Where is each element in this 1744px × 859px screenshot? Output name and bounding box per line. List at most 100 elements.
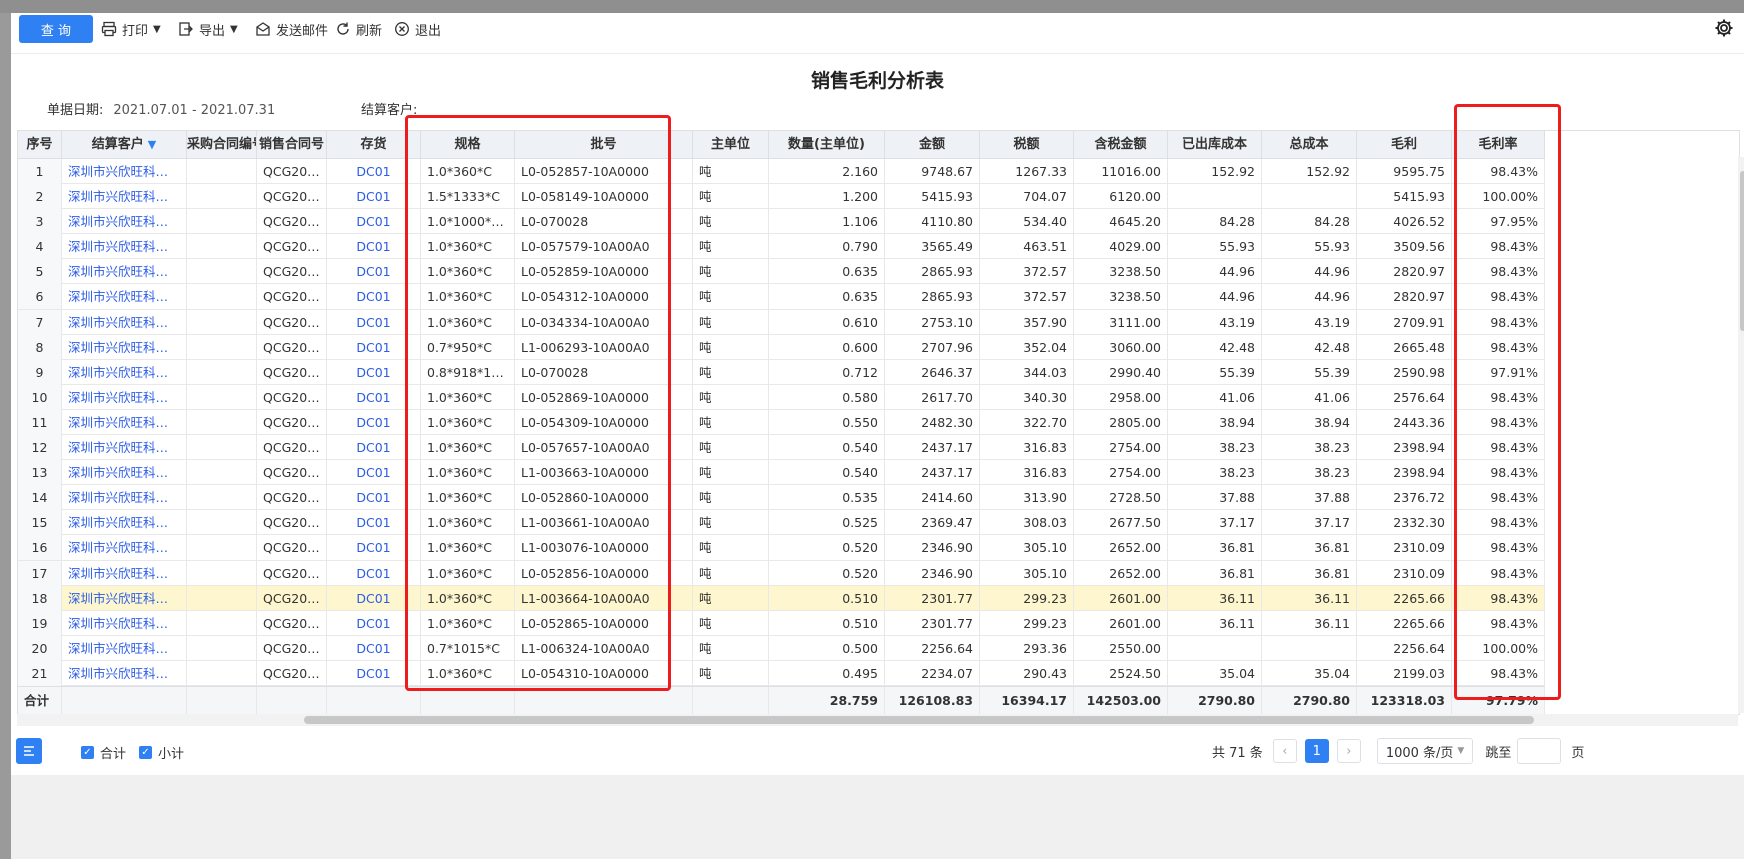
table-row[interactable]: 9深圳市兴欣旺科技有限公司QCG2021DC010.8*918*1780L0-0… bbox=[18, 359, 1545, 385]
cell-customer[interactable]: 深圳市兴欣旺科技有限公司 bbox=[62, 184, 187, 210]
sum-label: 合计 bbox=[100, 747, 127, 762]
sum-checkbox[interactable]: ✓ 合计 bbox=[81, 743, 126, 762]
table-row[interactable]: 19深圳市兴欣旺科技有限公司QCG2021DC011.0*360*CL0-052… bbox=[18, 610, 1545, 636]
cell-tax: 322.70 bbox=[980, 409, 1074, 435]
table-row[interactable]: 17深圳市兴欣旺科技有限公司QCG2021DC011.0*360*CL0-052… bbox=[18, 560, 1545, 586]
cell-index: 15 bbox=[18, 510, 62, 536]
column-header-quantity[interactable]: 数量(主单位) bbox=[769, 131, 885, 158]
cell-customer[interactable]: 深圳市兴欣旺科技有限公司 bbox=[62, 585, 187, 611]
table-row[interactable]: 10深圳市兴欣旺科技有限公司QCG2021DC011.0*360*CL0-052… bbox=[18, 384, 1545, 410]
column-header-tax[interactable]: 税额 bbox=[980, 131, 1074, 158]
total-total-cost: 2790.80 bbox=[1262, 687, 1357, 714]
table-row[interactable]: 21深圳市兴欣旺科技有限公司QCG2021DC011.0*360*CL0-054… bbox=[18, 660, 1545, 686]
query-button[interactable]: 查 询 bbox=[19, 15, 93, 43]
filter-icon[interactable]: ▼ bbox=[148, 138, 156, 151]
highlight-box-spec-batch bbox=[405, 115, 671, 691]
table-row[interactable]: 6深圳市兴欣旺科技有限公司QCG2021DC011.0*360*CL0-0543… bbox=[18, 284, 1545, 310]
column-menu-button[interactable] bbox=[16, 738, 42, 764]
cell-customer[interactable]: 深圳市兴欣旺科技有限公司 bbox=[62, 635, 187, 661]
page-1-button[interactable]: 1 bbox=[1304, 739, 1329, 763]
total-tax: 16394.17 bbox=[980, 687, 1074, 714]
vertical-scrollbar[interactable] bbox=[1738, 157, 1744, 713]
cell-shipped-cost: 36.81 bbox=[1168, 560, 1262, 586]
horizontal-scrollbar[interactable] bbox=[17, 714, 1738, 726]
send-mail-button[interactable]: 发送邮件 bbox=[255, 19, 328, 39]
table-row[interactable]: 3深圳市兴欣旺科技有限公司QCG2021DC011.0*1000*2022L0-… bbox=[18, 209, 1545, 235]
cell-customer[interactable]: 深圳市兴欣旺科技有限公司 bbox=[62, 259, 187, 285]
cell-customer[interactable]: 深圳市兴欣旺科技有限公司 bbox=[62, 485, 187, 511]
export-button[interactable]: 导出 ▼ bbox=[178, 19, 238, 39]
print-button[interactable]: 打印 ▼ bbox=[101, 19, 161, 39]
cell-tax: 534.40 bbox=[980, 209, 1074, 235]
cell-index: 17 bbox=[18, 560, 62, 586]
column-header-purchase-contract[interactable]: 采购合同编号 bbox=[187, 131, 257, 158]
cell-customer[interactable]: 深圳市兴欣旺科技有限公司 bbox=[62, 159, 187, 184]
cell-unit: 吨 bbox=[693, 560, 769, 586]
table-row[interactable]: 4深圳市兴欣旺科技有限公司QCG2021DC011.0*360*CL0-0575… bbox=[18, 234, 1545, 260]
cell-index: 20 bbox=[18, 635, 62, 661]
table-row[interactable]: 7深圳市兴欣旺科技有限公司QCG2021DC011.0*360*CL0-0343… bbox=[18, 309, 1545, 335]
total-batch bbox=[515, 687, 693, 714]
subtotal-checkbox[interactable]: ✓ 小计 bbox=[139, 743, 184, 762]
column-header-sales-contract[interactable]: 销售合同号 bbox=[257, 131, 327, 158]
prev-page-button[interactable]: ‹ bbox=[1272, 739, 1297, 763]
cell-customer[interactable]: 深圳市兴欣旺科技有限公司 bbox=[62, 209, 187, 235]
column-header-gross-profit[interactable]: 毛利 bbox=[1357, 131, 1452, 158]
total-sales-contract bbox=[257, 687, 327, 714]
table-row[interactable]: 20深圳市兴欣旺科技有限公司QCG2021DC010.7*1015*CL1-00… bbox=[18, 635, 1545, 661]
scrollbar-thumb[interactable] bbox=[304, 716, 1534, 724]
column-header-amount[interactable]: 金额 bbox=[885, 131, 980, 158]
cell-customer[interactable]: 深圳市兴欣旺科技有限公司 bbox=[62, 284, 187, 310]
cell-customer[interactable]: 深圳市兴欣旺科技有限公司 bbox=[62, 510, 187, 536]
cell-gross-profit: 2256.64 bbox=[1357, 635, 1452, 661]
table-row[interactable]: 2深圳市兴欣旺科技有限公司QCG2021DC011.5*1333*CL0-058… bbox=[18, 184, 1545, 210]
cell-customer[interactable]: 深圳市兴欣旺科技有限公司 bbox=[62, 660, 187, 686]
cell-amount: 2256.64 bbox=[885, 635, 980, 661]
scrollbar-thumb[interactable] bbox=[1740, 171, 1744, 331]
cell-customer[interactable]: 深圳市兴欣旺科技有限公司 bbox=[62, 409, 187, 435]
table-row[interactable]: 18深圳市兴欣旺科技有限公司QCG2021DC011.0*360*CL1-003… bbox=[18, 585, 1545, 611]
table-row[interactable]: 13深圳市兴欣旺科技有限公司QCG2021DC011.0*360*CL1-003… bbox=[18, 460, 1545, 486]
exit-button[interactable]: 退出 bbox=[394, 19, 441, 39]
cell-customer[interactable]: 深圳市兴欣旺科技有限公司 bbox=[62, 334, 187, 360]
column-header-customer[interactable]: 结算客户 ▼ bbox=[62, 131, 187, 158]
cell-customer[interactable]: 深圳市兴欣旺科技有限公司 bbox=[62, 610, 187, 636]
table-row[interactable]: 16深圳市兴欣旺科技有限公司QCG2021DC011.0*360*CL1-003… bbox=[18, 535, 1545, 561]
cell-customer[interactable]: 深圳市兴欣旺科技有限公司 bbox=[62, 309, 187, 335]
table-row[interactable]: 12深圳市兴欣旺科技有限公司QCG2021DC011.0*360*CL0-057… bbox=[18, 435, 1545, 461]
cell-customer[interactable]: 深圳市兴欣旺科技有限公司 bbox=[62, 560, 187, 586]
cell-unit: 吨 bbox=[693, 510, 769, 536]
column-header-index[interactable]: 序号 bbox=[18, 131, 62, 158]
refresh-button[interactable]: 刷新 bbox=[335, 19, 382, 39]
cell-customer[interactable]: 深圳市兴欣旺科技有限公司 bbox=[62, 234, 187, 260]
cell-customer[interactable]: 深圳市兴欣旺科技有限公司 bbox=[62, 359, 187, 385]
page-size-select[interactable]: 1000 条/页 ▼ bbox=[1376, 738, 1474, 764]
gear-icon[interactable] bbox=[1714, 18, 1734, 38]
column-header-unit[interactable]: 主单位 bbox=[693, 131, 769, 158]
cell-amount-with-tax: 3111.00 bbox=[1074, 309, 1168, 335]
cell-tax: 372.57 bbox=[980, 284, 1074, 310]
table-row[interactable]: 1深圳市兴欣旺科技有限公司QCG2021DC011.0*360*CL0-0528… bbox=[18, 159, 1545, 185]
cell-customer[interactable]: 深圳市兴欣旺科技有限公司 bbox=[62, 460, 187, 486]
cell-customer[interactable]: 深圳市兴欣旺科技有限公司 bbox=[62, 435, 187, 461]
cell-purchase-contract bbox=[187, 660, 257, 686]
cell-purchase-contract bbox=[187, 234, 257, 260]
table-row[interactable]: 8深圳市兴欣旺科技有限公司QCG2021DC010.7*950*CL1-0062… bbox=[18, 334, 1545, 360]
cell-customer[interactable]: 深圳市兴欣旺科技有限公司 bbox=[62, 384, 187, 410]
cell-total-cost: 36.81 bbox=[1262, 535, 1357, 561]
table-row[interactable]: 15深圳市兴欣旺科技有限公司QCG2021DC011.0*360*CL1-003… bbox=[18, 510, 1545, 536]
table-row[interactable]: 14深圳市兴欣旺科技有限公司QCG2021DC011.0*360*CL0-052… bbox=[18, 485, 1545, 511]
cell-customer[interactable]: 深圳市兴欣旺科技有限公司 bbox=[62, 535, 187, 561]
column-header-amount-with-tax[interactable]: 含税金额 bbox=[1074, 131, 1168, 158]
cell-sales-contract: QCG2021 bbox=[257, 259, 327, 285]
table-row[interactable]: 5深圳市兴欣旺科技有限公司QCG2021DC011.0*360*CL0-0528… bbox=[18, 259, 1545, 285]
column-header-shipped-cost[interactable]: 已出库成本 bbox=[1168, 131, 1262, 158]
table-row[interactable]: 11深圳市兴欣旺科技有限公司QCG2021DC011.0*360*CL0-054… bbox=[18, 409, 1545, 436]
next-page-button[interactable]: › bbox=[1336, 739, 1361, 763]
cell-index: 5 bbox=[18, 259, 62, 285]
cell-gross-profit: 2265.66 bbox=[1357, 610, 1452, 636]
column-header-total-cost[interactable]: 总成本 bbox=[1262, 131, 1357, 158]
cell-purchase-contract bbox=[187, 460, 257, 486]
jump-page-input[interactable] bbox=[1517, 738, 1562, 764]
cell-sales-contract: QCG2021 bbox=[257, 284, 327, 310]
